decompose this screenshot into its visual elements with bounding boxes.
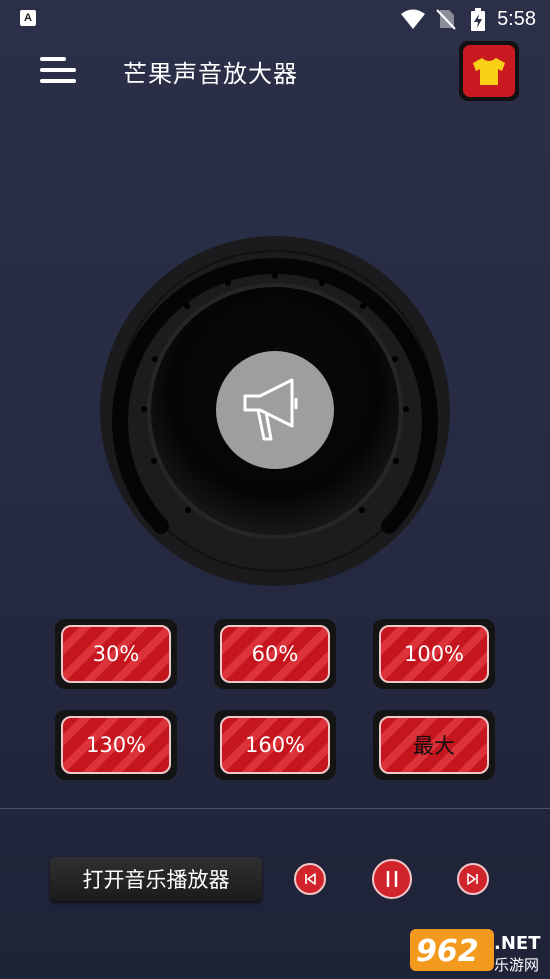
preset-160-button[interactable]: 160% xyxy=(214,710,336,780)
skip-next-icon xyxy=(467,873,478,885)
svg-text:962: 962 xyxy=(416,934,479,969)
preset-30-button[interactable]: 30% xyxy=(55,619,177,689)
preset-label: 100% xyxy=(379,625,489,683)
battery-charging-icon xyxy=(471,8,485,31)
skip-next-button[interactable] xyxy=(457,863,489,895)
pause-icon xyxy=(386,871,398,887)
preset-60-button[interactable]: 60% xyxy=(214,619,336,689)
preset-label: 160% xyxy=(220,716,330,774)
page-title: 芒果声音放大器 xyxy=(123,60,298,88)
no-sim-icon xyxy=(436,9,456,30)
tshirt-icon xyxy=(473,58,505,85)
preset-130-button[interactable]: 130% xyxy=(55,710,177,780)
svg-text:乐游网: 乐游网 xyxy=(494,956,539,974)
svg-text:.NET: .NET xyxy=(494,933,541,954)
preset-100-button[interactable]: 100% xyxy=(373,619,495,689)
speaker-dial[interactable] xyxy=(100,236,450,586)
preset-label: 60% xyxy=(220,625,330,683)
preset-label: 30% xyxy=(61,625,171,683)
skip-previous-icon xyxy=(305,873,316,885)
preset-label: 130% xyxy=(61,716,171,774)
status-time: 5:58 xyxy=(497,8,536,30)
wifi-icon xyxy=(401,9,425,29)
open-music-player-button[interactable]: 打开音乐播放器 xyxy=(50,857,262,901)
divider xyxy=(0,808,550,809)
status-bar: A 5:58 xyxy=(0,0,550,38)
pause-button[interactable] xyxy=(372,859,412,899)
hamburger-menu-icon[interactable] xyxy=(40,54,82,88)
a-app-icon: A xyxy=(20,10,36,26)
megaphone-button[interactable] xyxy=(216,351,334,469)
theme-button[interactable] xyxy=(459,41,519,101)
preset-label: 最大 xyxy=(379,716,489,774)
skip-previous-button[interactable] xyxy=(294,863,326,895)
watermark-logo: 962 .NET 乐游网 xyxy=(410,929,541,974)
preset-max-button[interactable]: 最大 xyxy=(373,710,495,780)
